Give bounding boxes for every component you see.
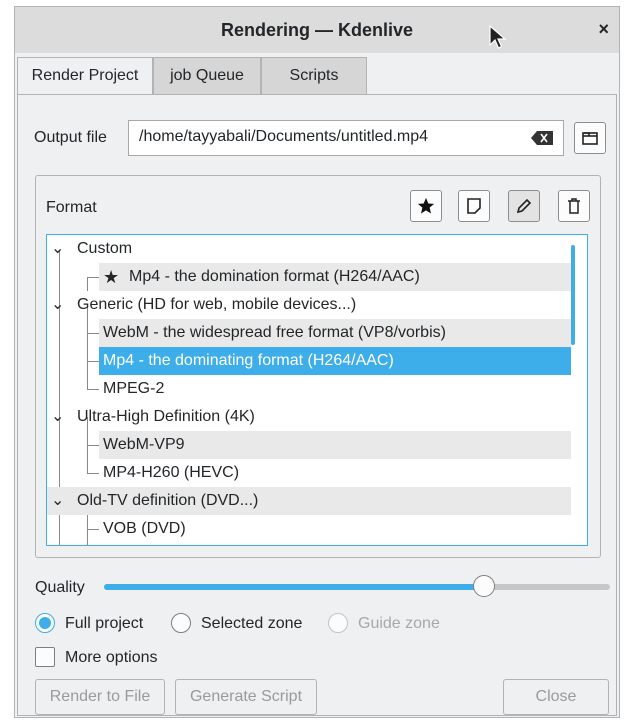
browse-folder-button[interactable] <box>574 122 606 154</box>
star-icon <box>417 197 435 214</box>
quality-slider-fill <box>104 584 484 590</box>
generate-script-button[interactable]: Generate Script <box>175 679 317 715</box>
selected-zone-radio[interactable] <box>171 613 191 633</box>
delete-profile-button[interactable] <box>558 190 590 222</box>
guide-zone-radio <box>328 613 348 633</box>
more-options-label[interactable]: More options <box>65 649 158 667</box>
chevron-down-icon[interactable]: ⌄ <box>51 291 64 319</box>
new-document-icon <box>467 198 481 214</box>
quality-slider[interactable] <box>104 575 610 597</box>
tree-item[interactable]: VOB (DVD) <box>99 515 571 543</box>
edit-pencil-icon <box>516 198 532 214</box>
output-file-label: Output file <box>34 129 107 146</box>
window-title: Rendering — Kdenlive <box>220 20 414 40</box>
format-group: Format ⌄ Custom ★ Mp4 - the domination f… <box>35 175 601 558</box>
favorite-button[interactable] <box>410 190 442 222</box>
full-project-radio[interactable] <box>35 613 55 633</box>
tab-scripts[interactable]: Scripts <box>261 57 367 95</box>
output-file-field[interactable]: /home/tayyabali/Documents/untitled.mp4 <box>128 120 564 156</box>
tree-item[interactable]: WebM-VP9 <box>99 431 571 459</box>
tree-item-selected[interactable]: Mp4 - the dominating format (H264/AAC) <box>99 347 571 375</box>
tree-item[interactable]: MP4-H260 (HEVC) <box>99 459 571 487</box>
output-file-value: /home/tayyabali/Documents/untitled.mp4 <box>139 128 429 145</box>
tree-category-custom[interactable]: ⌄ Custom <box>47 235 571 263</box>
tree-category-uhd[interactable]: ⌄ Ultra-High Definition (4K) <box>47 403 571 431</box>
full-project-label[interactable]: Full project <box>65 615 143 633</box>
format-tree[interactable]: ⌄ Custom ★ Mp4 - the domination format (… <box>46 234 588 546</box>
quality-label: Quality <box>35 579 85 596</box>
guide-zone-label: Guide zone <box>358 615 440 632</box>
folder-icon <box>582 132 598 145</box>
close-icon[interactable]: × <box>598 19 609 40</box>
render-project-panel: Output file /home/tayyabali/Documents/un… <box>17 94 617 716</box>
edit-profile-button[interactable] <box>508 190 540 222</box>
tree-scrollbar[interactable] <box>571 245 575 345</box>
tree-item[interactable]: MPEG-2 <box>99 375 571 403</box>
tab-job-queue[interactable]: job Queue <box>153 57 261 95</box>
format-label: Format <box>46 199 97 216</box>
chevron-down-icon[interactable]: ⌄ <box>51 487 64 515</box>
tree-item[interactable]: ★ Mp4 - the domination format (H264/AAC) <box>99 263 571 291</box>
chevron-down-icon[interactable]: ⌄ <box>51 235 64 263</box>
tree-item[interactable]: WebM - the widespread free format (VP8/v… <box>99 319 571 347</box>
close-button[interactable]: Close <box>503 679 609 715</box>
title-bar[interactable]: Rendering — Kdenlive × <box>15 7 619 53</box>
render-dialog: Rendering — Kdenlive × Render Project jo… <box>14 6 620 718</box>
selected-zone-label[interactable]: Selected zone <box>201 615 302 633</box>
more-options-checkbox[interactable] <box>35 647 55 667</box>
quality-slider-handle[interactable] <box>473 575 495 597</box>
new-profile-button[interactable] <box>458 190 490 222</box>
tree-category-old-tv[interactable]: ⌄ Old-TV definition (DVD...) <box>47 487 571 515</box>
chevron-down-icon[interactable]: ⌄ <box>51 403 64 431</box>
trash-icon <box>568 198 580 214</box>
star-icon: ★ <box>103 267 120 287</box>
clear-text-icon[interactable] <box>531 131 553 145</box>
tree-category-generic[interactable]: ⌄ Generic (HD for web, mobile devices...… <box>47 291 571 319</box>
mouse-cursor-icon <box>489 25 507 49</box>
tab-render-project[interactable]: Render Project <box>17 57 153 97</box>
render-to-file-button[interactable]: Render to File <box>35 679 165 715</box>
